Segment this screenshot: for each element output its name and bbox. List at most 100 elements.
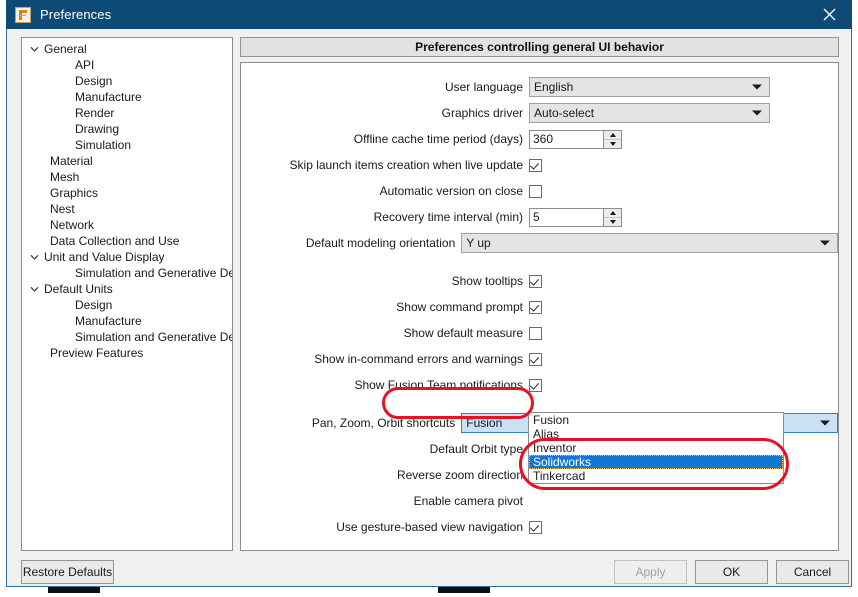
- chevron-down-icon: [752, 84, 762, 90]
- show-default-measure-checkbox[interactable]: [529, 326, 542, 340]
- sidebar-item-manufacture[interactable]: Manufacture: [22, 313, 232, 329]
- label-offline-cache: Offline cache time period (days): [353, 132, 523, 146]
- sidebar-item-api[interactable]: API: [22, 57, 232, 73]
- pan-zoom-orbit-shortcuts-dropdown[interactable]: Fusion Alias Inventor Solidworks Tinkercad: [528, 412, 784, 484]
- label-pan-zoom-orbit-shortcuts: Pan, Zoom, Orbit shortcuts: [311, 416, 456, 430]
- row-recovery-interval: Recovery time interval (min) 5: [241, 206, 838, 228]
- dropdown-option-alias[interactable]: Alias: [529, 427, 783, 441]
- sidebar-item-material[interactable]: Material: [22, 153, 232, 169]
- chevron-down-icon[interactable]: [28, 285, 41, 294]
- sidebar-item-default-units[interactable]: Default Units: [22, 281, 232, 297]
- sidebar-item-label: Manufacture: [75, 314, 142, 328]
- recovery-interval-value[interactable]: 5: [530, 209, 603, 226]
- label-default-modeling-orientation: Default modeling orientation: [305, 236, 456, 250]
- dropdown-option-solidworks[interactable]: Solidworks: [529, 455, 783, 469]
- dropdown-option-tinkercad[interactable]: Tinkercad: [529, 469, 783, 483]
- skip-launch-items-checkbox[interactable]: [529, 158, 542, 172]
- show-tooltips-checkbox[interactable]: [529, 274, 542, 288]
- row-show-in-command-errors: Show in-command errors and warnings: [241, 348, 838, 370]
- chevron-down-icon: [820, 420, 830, 426]
- sidebar-item-label: General: [44, 42, 87, 56]
- sidebar-item-design[interactable]: Design: [22, 73, 232, 89]
- sidebar-item-label: Material: [50, 154, 93, 168]
- show-fusion-team-notifications-checkbox[interactable]: [529, 378, 542, 392]
- sidebar-item-graphics[interactable]: Graphics: [22, 185, 232, 201]
- user-language-value: English: [534, 80, 574, 94]
- sidebar-item-simulation[interactable]: Simulation: [22, 137, 232, 153]
- default-modeling-orientation-select[interactable]: Y up: [461, 233, 838, 253]
- sidebar-item-simulation-and-generative-design[interactable]: Simulation and Generative Design: [22, 329, 232, 345]
- row-show-tooltips: Show tooltips: [241, 270, 838, 292]
- sidebar-item-mesh[interactable]: Mesh: [22, 169, 232, 185]
- stepper-up-icon[interactable]: [604, 209, 621, 218]
- sidebar-item-manufacture[interactable]: Manufacture: [22, 89, 232, 105]
- label-show-tooltips: Show tooltips: [451, 274, 523, 288]
- recovery-interval-stepper[interactable]: 5: [529, 207, 622, 227]
- sidebar-item-label: Nest: [50, 202, 75, 216]
- use-gesture-navigation-checkbox[interactable]: [529, 520, 542, 534]
- preferences-dialog: Preferences General API Design Manufacture R…: [6, 0, 852, 587]
- form-spacer: [241, 400, 838, 412]
- sidebar-item-drawing[interactable]: Drawing: [22, 121, 232, 137]
- graphics-driver-select[interactable]: Auto-select: [529, 103, 770, 123]
- sidebar-item-render[interactable]: Render: [22, 105, 232, 121]
- sidebar-item-network[interactable]: Network: [22, 217, 232, 233]
- dropdown-option-fusion[interactable]: Fusion: [529, 413, 783, 427]
- ok-button[interactable]: OK: [695, 560, 768, 584]
- user-language-select[interactable]: English: [529, 77, 770, 97]
- stepper-up-icon[interactable]: [604, 131, 621, 140]
- sidebar-item-label: Preview Features: [50, 346, 144, 360]
- chevron-down-icon[interactable]: [28, 253, 41, 262]
- sidebar-item-label: Design: [75, 74, 113, 88]
- window-title: Preferences: [40, 7, 112, 22]
- sidebar-item-label: Simulation and Generative Design: [75, 266, 232, 280]
- sidebar-item-label: Network: [50, 218, 95, 232]
- stepper-buttons[interactable]: [603, 130, 621, 148]
- stepper-buttons[interactable]: [603, 208, 621, 226]
- label-enable-camera-pivot: Enable camera pivot: [413, 494, 523, 508]
- label-use-gesture-navigation: Use gesture-based view navigation: [336, 520, 523, 534]
- sidebar-item-design[interactable]: Design: [22, 297, 232, 313]
- chevron-down-icon[interactable]: [28, 45, 41, 54]
- stepper-down-icon[interactable]: [604, 218, 621, 226]
- show-in-command-errors-checkbox[interactable]: [529, 352, 542, 366]
- chevron-down-icon: [752, 110, 762, 116]
- fusion-app-icon: [15, 6, 31, 23]
- preferences-category-tree[interactable]: General API Design Manufacture Render Drawing…: [21, 37, 233, 551]
- sidebar-item-general[interactable]: General: [22, 41, 232, 57]
- automatic-version-checkbox[interactable]: [529, 184, 542, 198]
- close-icon[interactable]: [806, 0, 852, 29]
- row-show-default-measure: Show default measure: [241, 322, 838, 344]
- sidebar-item-simulation-and-generative-design[interactable]: Simulation and Generative Design: [22, 265, 232, 281]
- cancel-button[interactable]: Cancel: [776, 560, 849, 584]
- title-bar: Preferences: [6, 0, 852, 29]
- sidebar-item-data-collection-and-use[interactable]: Data Collection and Use: [22, 233, 232, 249]
- default-modeling-orientation-value: Y up: [466, 236, 491, 250]
- label-show-fusion-team-notifications: Show Fusion Team notifications: [354, 378, 523, 392]
- sidebar-item-preview-features[interactable]: Preview Features: [22, 345, 232, 361]
- restore-defaults-button[interactable]: Restore Defaults: [21, 560, 114, 584]
- row-show-fusion-team-notifications: Show Fusion Team notifications: [241, 374, 838, 396]
- sidebar-item-unit-and-value-display[interactable]: Unit and Value Display: [22, 249, 232, 265]
- show-command-prompt-checkbox[interactable]: [529, 300, 542, 314]
- apply-button[interactable]: Apply: [614, 560, 687, 584]
- sidebar-item-label: API: [75, 58, 95, 72]
- sidebar-item-label: Simulation and Generative Design: [75, 330, 232, 344]
- row-use-gesture-navigation: Use gesture-based view navigation: [241, 516, 838, 538]
- sidebar-item-label: Drawing: [75, 122, 120, 136]
- sidebar-item-label: Default Units: [44, 282, 113, 296]
- stepper-down-icon[interactable]: [604, 140, 621, 148]
- label-user-language: User language: [444, 80, 523, 94]
- sidebar-item-label: Manufacture: [75, 90, 142, 104]
- label-show-default-measure: Show default measure: [403, 326, 523, 340]
- offline-cache-value[interactable]: 360: [530, 131, 603, 148]
- offline-cache-stepper[interactable]: 360: [529, 129, 622, 149]
- form-spacer: [241, 258, 838, 270]
- label-skip-launch-items: Skip launch items creation when live upd…: [289, 158, 523, 172]
- label-graphics-driver: Graphics driver: [441, 106, 523, 120]
- row-default-modeling-orientation: Default modeling orientation Y up: [241, 232, 838, 254]
- dialog-body: General API Design Manufacture Render Drawing…: [7, 29, 851, 586]
- sidebar-item-nest[interactable]: Nest: [22, 201, 232, 217]
- dropdown-option-inventor[interactable]: Inventor: [529, 441, 783, 455]
- sidebar-item-label: Render: [75, 106, 115, 120]
